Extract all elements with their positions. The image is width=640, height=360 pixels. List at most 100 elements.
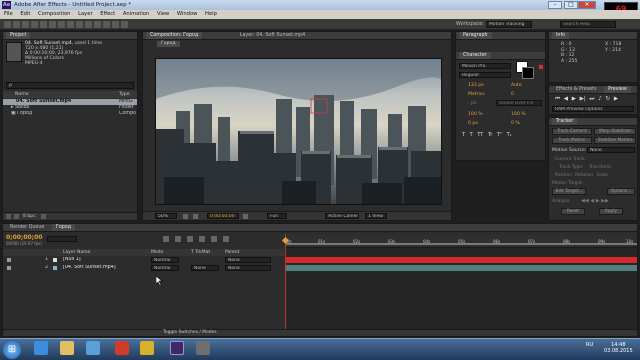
media-player-icon[interactable] (86, 341, 100, 355)
project-search-input[interactable]: ρ (6, 82, 134, 89)
layer-trkmat-select[interactable]: None (191, 265, 219, 271)
current-time-display[interactable]: 0;00;00;00 (207, 213, 239, 219)
brush-tool-icon[interactable] (85, 21, 92, 28)
tab-project[interactable]: Project (6, 32, 31, 39)
current-time-indicator[interactable] (285, 234, 286, 334)
search-help-input[interactable]: Search Help (560, 21, 616, 28)
scale-checkbox[interactable]: Scale (596, 173, 608, 178)
composition-viewport[interactable] (155, 58, 442, 205)
draft-3d-icon[interactable] (175, 236, 181, 242)
safe-zones-icon[interactable] (183, 214, 188, 219)
visibility-eye-icon[interactable] (7, 266, 11, 270)
frame-blending-icon[interactable] (199, 236, 205, 242)
options-button[interactable]: Options... (607, 188, 635, 195)
last-frame-button[interactable]: ⏭ (590, 96, 595, 102)
menu-composition[interactable]: Composition (38, 11, 70, 17)
timeline-layer-row[interactable]: 2 [04. Soft Sunset.mp4] Normal None None (3, 265, 284, 272)
previous-frame-button[interactable]: ◀ (564, 96, 568, 102)
subscript-button[interactable]: T₁ (507, 132, 512, 138)
trash-icon[interactable] (41, 214, 46, 219)
reset-button[interactable]: Reset (561, 208, 585, 215)
stroke-color-swatch[interactable] (522, 67, 534, 79)
label-color-swatch[interactable] (53, 266, 57, 270)
motion-blur-icon[interactable] (211, 236, 217, 242)
menu-effect[interactable]: Effect (100, 11, 115, 17)
tab-composition[interactable]: Composition: Город (146, 32, 203, 39)
pen-tool-icon[interactable] (67, 21, 74, 28)
horizontal-scale-value[interactable]: 100 % (511, 112, 526, 117)
tab-timeline-comp[interactable]: Город (51, 224, 76, 231)
yandex-browser-icon[interactable] (115, 341, 129, 355)
bit-depth-label[interactable]: 8 bpc (23, 214, 36, 219)
first-frame-button[interactable]: ⏮ (555, 96, 560, 102)
maximize-button[interactable]: □ (564, 1, 578, 9)
hand-tool-icon[interactable] (13, 21, 20, 28)
null-layer-bar[interactable] (285, 257, 637, 263)
layer-mode-select[interactable]: Normal (151, 257, 179, 263)
ram-preview-options-select[interactable]: RAM Preview Options (552, 106, 634, 112)
project-item[interactable]: ▣ Город Compo (3, 111, 137, 117)
tracking-value[interactable]: 0 (511, 92, 514, 97)
workspace-select[interactable]: Motion Tracking (486, 21, 532, 28)
tsume-value[interactable]: 0 % (511, 121, 520, 126)
composition-breadcrumb[interactable]: Город (157, 41, 180, 47)
magnification-select[interactable]: 50% (155, 213, 177, 219)
zoom-tool-icon[interactable] (22, 21, 29, 28)
after-effects-taskbar-icon[interactable] (170, 341, 184, 355)
next-frame-button[interactable]: ▶| (580, 96, 586, 102)
faux-italic-button[interactable]: T (470, 132, 473, 138)
tab-preview[interactable]: Preview (604, 86, 631, 93)
tab-info[interactable]: Info (552, 32, 570, 39)
ie-browser-icon[interactable] (34, 341, 48, 355)
menu-layer[interactable]: Layer (78, 11, 92, 17)
layer-mode-select[interactable]: Normal (151, 265, 179, 271)
time-ruler[interactable]: 0s 01s 02s 03s 04s 05s 06s 07s 08s 09s 1… (285, 234, 637, 248)
position-checkbox[interactable]: Position (555, 173, 572, 178)
timeline-current-time[interactable]: 0;00;00;00 (6, 234, 42, 241)
baseline-shift-value[interactable]: 0 px (468, 121, 478, 126)
clone-stamp-tool-icon[interactable] (94, 21, 101, 28)
menu-window[interactable]: Window (177, 11, 197, 17)
leading-value[interactable]: Auto (511, 83, 522, 88)
roto-brush-tool-icon[interactable] (112, 21, 119, 28)
track-camera-button[interactable]: Track Camera (552, 128, 592, 135)
puppet-tool-icon[interactable] (121, 21, 128, 28)
view-layout-select[interactable]: 1 View (365, 213, 387, 219)
motion-source-select[interactable]: None (587, 147, 635, 153)
stroke-mode-select[interactable]: Stroke Over Fill (496, 100, 542, 106)
app-taskbar-icon[interactable] (196, 341, 210, 355)
audio-button[interactable]: ♪ (598, 96, 602, 102)
graph-editor-icon[interactable] (223, 236, 229, 242)
ram-preview-button[interactable]: ▶ (614, 96, 618, 102)
tab-character[interactable]: Character (459, 52, 491, 59)
menu-edit[interactable]: Edit (20, 11, 30, 17)
tab-effects-presets[interactable]: Effects & Presets (552, 86, 601, 93)
menu-help[interactable]: Help (205, 11, 217, 17)
timeline-layer-row[interactable]: 1 [Null 1] Normal None (3, 257, 284, 264)
timeline-search-input[interactable] (47, 236, 77, 242)
resolution-select[interactable]: Full (267, 213, 287, 219)
label-color-swatch[interactable] (53, 258, 57, 262)
type-tool-icon[interactable] (76, 21, 83, 28)
stroke-width-value[interactable]: - px (468, 101, 477, 106)
grid-icon[interactable] (193, 214, 198, 219)
footage-layer-bar[interactable] (285, 265, 637, 271)
column-mode[interactable]: Mode (151, 249, 163, 256)
column-parent[interactable]: Parent (225, 249, 239, 256)
tab-layer[interactable]: Layer: 04. Soft Sunset.mp4 (236, 32, 309, 39)
font-style-select[interactable]: Regular (459, 72, 511, 78)
pan-behind-tool-icon[interactable] (49, 21, 56, 28)
camera-select[interactable]: Active Camera (325, 213, 359, 219)
rotation-checkbox[interactable]: Rotation (575, 173, 593, 178)
tab-paragraph[interactable]: Paragraph (459, 32, 492, 39)
comp-mini-flowchart-icon[interactable] (163, 236, 169, 242)
menu-animation[interactable]: Animation (123, 11, 149, 17)
apply-button[interactable]: Apply (599, 208, 623, 215)
analyze-buttons-icon[interactable]: ◀◀ ◀ ▶ ▶▶ (581, 198, 609, 204)
new-folder-icon[interactable] (14, 214, 19, 219)
track-type-value[interactable]: Transform (589, 165, 611, 170)
file-explorer-icon[interactable] (60, 341, 74, 355)
shape-tool-icon[interactable] (58, 21, 65, 28)
menu-file[interactable]: File (4, 11, 13, 17)
timeline-graph-area[interactable]: 0s 01s 02s 03s 04s 05s 06s 07s 08s 09s 1… (281, 234, 637, 334)
